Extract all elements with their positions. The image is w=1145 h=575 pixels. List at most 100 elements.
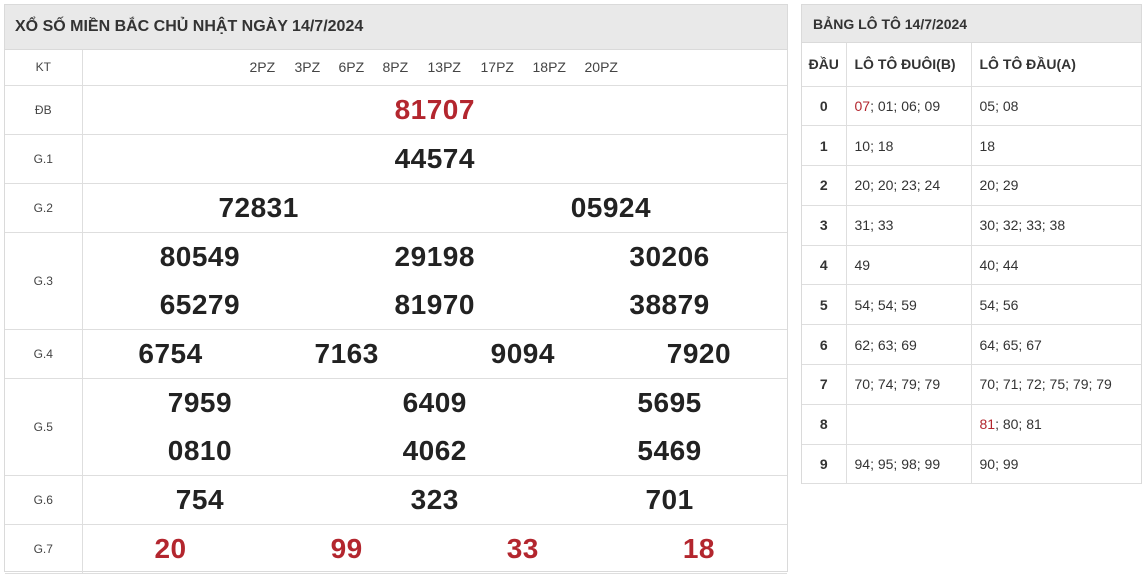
loto-row: 9 94; 95; 98; 99 90; 99 (802, 444, 1141, 485)
prize-number: 05924 (570, 191, 652, 223)
prize-row-g3: G.3 80549 29198 30206 65279 81970 38879 (5, 232, 787, 330)
prize-number: 30206 (629, 240, 710, 272)
loto-tail-values: 54; 54; 59 (846, 284, 972, 326)
prize-number: 44574 (394, 142, 475, 174)
loto-front-values: 70; 71; 72; 75; 79; 79 (971, 364, 1141, 405)
prize-number: 323 (410, 483, 459, 515)
code-item: 8PZ (382, 59, 409, 76)
prize-number: 99 (330, 532, 363, 564)
prize-row-g7: G.7 20 99 33 18 (5, 524, 787, 574)
loto-row: 1 10; 18 18 (802, 125, 1141, 167)
loto-front-values: 20; 29 (971, 165, 1141, 206)
prize-label: G.7 (5, 524, 83, 574)
prize-number: 6754 (138, 337, 203, 369)
prize-row-g5: G.5 7959 6409 5695 0810 4062 5469 (5, 378, 787, 476)
loto-text: 40; 44 (979, 257, 1019, 274)
prize-number: 65279 (159, 288, 241, 320)
loto-text: 10; 18 (854, 137, 894, 154)
loto-text: 20; 29 (979, 177, 1019, 194)
loto-tail-values: 62; 63; 69 (846, 324, 972, 366)
code-item: 18PZ (532, 59, 566, 76)
loto-row: 3 31; 33 30; 32; 33; 38 (802, 205, 1141, 246)
prize-number: 7959 (167, 386, 233, 418)
loto-front-values: 05; 08 (971, 86, 1141, 127)
loto-text: 90; 99 (979, 456, 1019, 473)
loto-head-digit: 3 (802, 205, 847, 246)
loto-tail-values: 07; 01; 06; 09 (846, 86, 972, 127)
loto-text: 94; 95; 98; 99 (854, 456, 941, 473)
prize-number: 754 (175, 483, 225, 515)
loto-tail-values: 31; 33 (846, 205, 972, 246)
code-item: 6PZ (338, 59, 365, 76)
prize-number: 7163 (314, 337, 379, 369)
prize-number: 33 (506, 532, 539, 564)
codes-row: KT 2PZ 3PZ 6PZ 8PZ 13PZ 17PZ 18PZ 20PZ (5, 50, 788, 86)
prize-label: ĐB (5, 85, 83, 135)
prize-label: G.2 (5, 183, 83, 233)
loto-tail-values (846, 404, 972, 445)
prize-row-db: ĐB 81707 (5, 85, 787, 135)
loto-front-values: 30; 32; 33; 38 (971, 205, 1141, 246)
loto-tail-values: 10; 18 (846, 125, 972, 167)
loto-text: 05; 08 (979, 97, 1019, 114)
loto-text: 54; 56 (979, 296, 1019, 313)
special-prize-number: 81707 (394, 93, 475, 125)
loto-text: 70; 71; 72; 75; 79; 79 (979, 376, 1112, 393)
loto-table: ĐẦU LÔ TÔ ĐUÔI(B) LÔ TÔ ĐẦU(A) 0 07; 01; … (802, 43, 1141, 485)
loto-head-digit: 1 (802, 125, 847, 167)
prize-number: 9094 (490, 337, 555, 369)
kt-label: KT (5, 50, 83, 86)
loto-text: ; 01; 06; 09 (870, 97, 941, 114)
loto-row: 2 20; 20; 23; 24 20; 29 (802, 165, 1141, 206)
loto-head-digit: 4 (802, 245, 847, 286)
prize-number: 29198 (394, 240, 475, 272)
loto-highlight: 07 (854, 97, 871, 114)
prize-number: 20 (154, 532, 187, 564)
prize-label: G.1 (5, 134, 83, 184)
code-item: 20PZ (584, 59, 618, 76)
prize-row-g6: G.6 754 323 701 (5, 475, 787, 525)
loto-header-row: ĐẦU LÔ TÔ ĐUÔI(B) LÔ TÔ ĐẦU(A) (802, 43, 1141, 87)
loto-text: 64; 65; 67 (979, 336, 1042, 353)
loto-front-values: 81; 80; 81 (971, 404, 1141, 445)
loto-text: 54; 54; 59 (854, 296, 917, 313)
prize-number: 0810 (167, 434, 233, 466)
loto-tail-values: 49 (846, 245, 972, 286)
loto-panel: BẢNG LÔ TÔ 14/7/2024 ĐẦU LÔ TÔ ĐUÔI(B) L… (801, 4, 1142, 485)
loto-text: 31; 33 (854, 217, 894, 234)
prize-label: G.5 (5, 378, 83, 476)
results-table: KT 2PZ 3PZ 6PZ 8PZ 13PZ 17PZ 18PZ 20PZ Đ… (5, 50, 787, 574)
loto-head-digit: 6 (802, 324, 847, 366)
loto-text: 62; 63; 69 (854, 336, 917, 353)
prize-number: 18 (682, 532, 716, 564)
loto-head-digit: 8 (802, 404, 847, 445)
loto-head-digit: 2 (802, 165, 847, 206)
code-list: 2PZ 3PZ 6PZ 8PZ 13PZ 17PZ 18PZ 20PZ (83, 59, 788, 75)
results-title: XỔ SỐ MIỀN BẮC CHỦ NHẬT NGÀY 14/7/2024 (5, 5, 787, 50)
code-item: 2PZ (249, 59, 276, 76)
loto-highlight: 81 (979, 416, 996, 433)
loto-tail-values: 20; 20; 23; 24 (846, 165, 972, 206)
prize-row-g2: G.2 72831 05924 (5, 183, 787, 233)
prize-number: 81970 (394, 288, 475, 320)
results-panel: XỔ SỐ MIỀN BẮC CHỦ NHẬT NGÀY 14/7/2024 K… (4, 4, 788, 574)
loto-tail-values: 70; 74; 79; 79 (846, 364, 972, 405)
loto-text: 70; 74; 79; 79 (854, 376, 941, 393)
loto-header-front: LÔ TÔ ĐẦU(A) (971, 43, 1141, 87)
loto-header-head: ĐẦU (802, 43, 847, 87)
loto-row: 6 62; 63; 69 64; 65; 67 (802, 324, 1141, 366)
prize-number: 6409 (402, 386, 467, 418)
loto-front-values: 54; 56 (971, 284, 1141, 326)
loto-head-digit: 5 (802, 284, 847, 326)
prize-number: 5469 (637, 434, 702, 466)
loto-head-digit: 9 (802, 444, 847, 485)
loto-header-tail: LÔ TÔ ĐUÔI(B) (846, 43, 972, 87)
code-item: 3PZ (294, 59, 321, 76)
prize-row-g4: G.4 6754 7163 9094 7920 (5, 329, 787, 379)
prize-number: 80549 (159, 240, 241, 272)
code-item: 17PZ (480, 59, 514, 76)
prize-number: 7920 (666, 337, 732, 369)
prize-number: 5695 (637, 386, 702, 418)
loto-row: 5 54; 54; 59 54; 56 (802, 284, 1141, 326)
prize-number: 38879 (629, 288, 710, 320)
